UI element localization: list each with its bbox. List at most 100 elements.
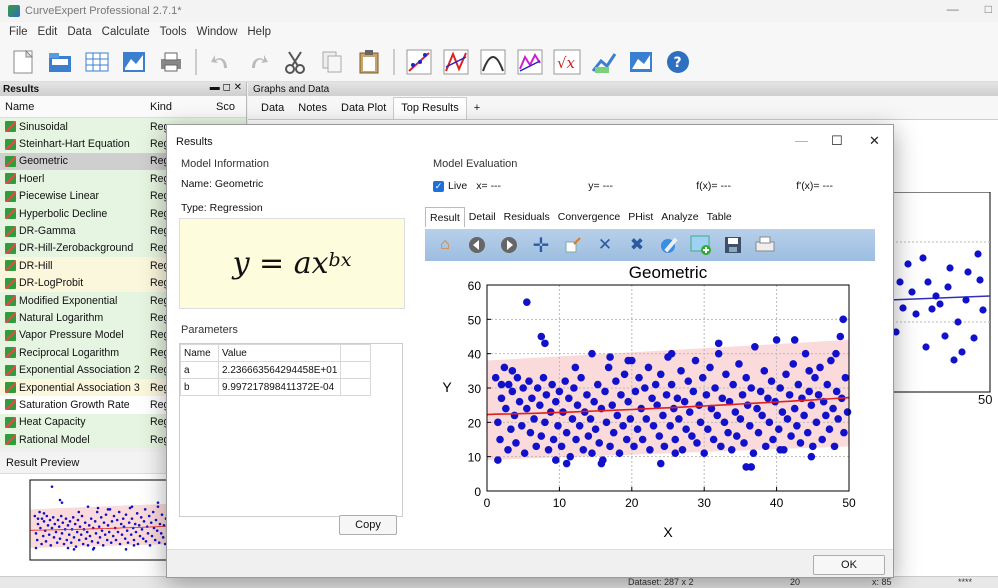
dialog-maximize-button[interactable]: ☐ <box>831 133 843 149</box>
data-point <box>60 532 64 535</box>
zoom-rect-icon[interactable] <box>562 234 584 256</box>
forward-icon[interactable] <box>498 234 520 256</box>
column-score[interactable]: Sco <box>210 101 240 113</box>
tab-phist[interactable]: PHist <box>624 207 657 227</box>
data-point <box>666 421 674 430</box>
menu-edit[interactable]: Edit <box>33 26 63 38</box>
data-point <box>695 401 703 409</box>
column-name[interactable]: Name <box>0 101 146 113</box>
data-point <box>565 394 573 403</box>
ok-button[interactable]: OK <box>813 555 885 575</box>
tab-residuals[interactable]: Residuals <box>500 207 554 227</box>
param-col-value[interactable]: Value <box>217 344 342 362</box>
live-checkbox[interactable]: ✓ <box>433 180 444 192</box>
data-point <box>135 512 139 515</box>
fit-shrink-icon[interactable]: ✖ <box>626 234 648 256</box>
settings-icon[interactable] <box>658 234 680 256</box>
menu-window[interactable]: Window <box>191 26 242 38</box>
table-row[interactable]: a 2.236663564294458E+01 <box>180 361 372 379</box>
curve-fit-icon[interactable] <box>404 47 434 77</box>
x-tick-label: 40 <box>770 496 784 510</box>
minimize-button[interactable]: — <box>947 2 959 16</box>
add-tab-button[interactable]: + <box>467 102 487 114</box>
add-plot-icon[interactable] <box>690 234 712 256</box>
cut-icon[interactable] <box>280 47 310 77</box>
save-icon[interactable] <box>722 234 744 256</box>
copy-icon[interactable] <box>317 47 347 77</box>
tab-convergence[interactable]: Convergence <box>554 207 624 227</box>
data-point <box>729 380 737 389</box>
paste-icon[interactable] <box>354 47 384 77</box>
tab-analyze[interactable]: Analyze <box>657 207 702 227</box>
menu-tools[interactable]: Tools <box>155 26 192 38</box>
tab-notes[interactable]: Notes <box>291 102 334 114</box>
data-point <box>510 411 519 420</box>
model-chart-icon <box>5 138 16 150</box>
column-kind[interactable]: Kind <box>146 101 210 113</box>
plot-icon[interactable] <box>119 47 149 77</box>
dialog-close-button[interactable]: ✕ <box>869 133 880 149</box>
sqrt-function-icon[interactable]: √x <box>552 47 582 77</box>
result-name: Steinhart-Hart Equation <box>0 138 146 150</box>
tab-result[interactable]: Result <box>425 207 465 227</box>
data-point <box>722 370 730 379</box>
dialog-minimize-button[interactable]: — <box>795 133 808 148</box>
back-icon[interactable] <box>466 234 488 256</box>
model-chart-icon <box>5 225 16 237</box>
curve-fit-multi-icon[interactable] <box>441 47 471 77</box>
chart-area-icon[interactable] <box>626 47 656 77</box>
menu-file[interactable]: File <box>4 26 33 38</box>
data-point <box>843 408 852 416</box>
menu-calculate[interactable]: Calculate <box>97 26 155 38</box>
data-point <box>541 339 549 348</box>
tab-detail[interactable]: Detail <box>465 207 500 227</box>
data-point <box>549 435 558 444</box>
data-point <box>494 418 502 427</box>
data-point <box>115 518 119 522</box>
data-point <box>800 411 808 420</box>
data-point <box>520 449 529 458</box>
pan-icon[interactable]: ✛ <box>530 234 552 257</box>
result-name: DR-LogProbit <box>0 277 146 289</box>
chart[interactable]: 0 10 20 30 40 50 0 10 20 30 40 50 60 Geometric X Y <box>425 263 875 543</box>
data-point <box>517 421 526 430</box>
maximize-button[interactable]: □ <box>985 2 992 16</box>
data-point <box>551 456 560 464</box>
copy-button[interactable]: Copy <box>339 515 397 535</box>
data-point <box>502 404 510 413</box>
panel-controls[interactable]: ▬ ◻ ✕ <box>210 82 242 93</box>
data-point <box>79 533 83 536</box>
data-point <box>693 439 701 447</box>
nonparametric-icon[interactable] <box>515 47 545 77</box>
menu-data[interactable]: Data <box>62 26 96 38</box>
param-col-name[interactable]: Name <box>180 344 219 362</box>
tab-table[interactable]: Table <box>703 207 736 227</box>
spreadsheet-icon[interactable] <box>82 47 112 77</box>
home-icon[interactable]: ⌂ <box>434 234 456 256</box>
data-point <box>613 411 622 420</box>
data-point <box>742 463 750 471</box>
data-point <box>548 380 556 389</box>
data-point <box>512 439 520 447</box>
data-point <box>67 533 71 536</box>
data-point <box>727 446 736 454</box>
print-icon[interactable] <box>754 234 776 256</box>
print-icon[interactable] <box>156 47 186 77</box>
new-document-icon[interactable] <box>8 47 38 77</box>
help-icon[interactable]: ? <box>663 47 693 77</box>
chart-line-icon[interactable] <box>589 47 619 77</box>
data-point <box>150 534 154 538</box>
result-name-text: Sinusoidal <box>19 120 68 133</box>
tab-data[interactable]: Data <box>254 102 291 114</box>
polynomial-icon[interactable] <box>478 47 508 77</box>
undo-icon[interactable] <box>206 47 236 77</box>
redo-icon[interactable] <box>243 47 273 77</box>
menu-help[interactable]: Help <box>242 26 276 38</box>
table-row[interactable]: b 9.997217898411372E-04 <box>180 378 372 396</box>
open-folder-icon[interactable] <box>45 47 75 77</box>
data-point <box>577 373 585 382</box>
plot-toolbar: ⌂ ✛ ✕ ✖ <box>425 229 875 261</box>
fit-expand-icon[interactable]: ✕ <box>594 234 616 256</box>
tab-top-results[interactable]: Top Results <box>393 96 467 119</box>
tab-data-plot[interactable]: Data Plot <box>334 102 393 114</box>
